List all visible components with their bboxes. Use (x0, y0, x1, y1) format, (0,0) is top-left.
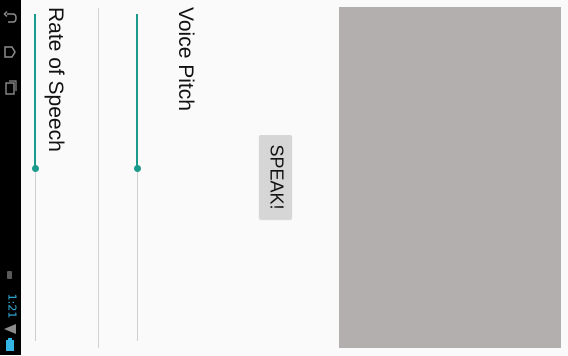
notification-icon (2, 270, 19, 280)
recent-apps-icon[interactable] (2, 80, 18, 96)
rate-seekbar-thumb[interactable] (32, 165, 39, 172)
rate-seekbar-fill (34, 14, 36, 168)
system-navigation-bar: 1:21 (0, 0, 21, 355)
home-icon[interactable] (2, 44, 18, 60)
image-placeholder (339, 7, 561, 348)
rate-of-speech-seekbar[interactable] (31, 14, 41, 341)
clock-time: 1:21 (5, 293, 19, 319)
wifi-icon (3, 320, 17, 334)
pitch-seekbar-fill (136, 14, 138, 168)
back-icon[interactable] (2, 10, 18, 26)
battery-icon (5, 337, 15, 351)
vertical-divider (98, 8, 99, 348)
speak-button-label: SPEAK! (266, 144, 286, 210)
speak-button[interactable]: SPEAK! (259, 135, 292, 219)
voice-pitch-label: Voice Pitch (174, 7, 197, 111)
rate-of-speech-label: Rate of Speech (44, 7, 67, 152)
pitch-seekbar-thumb[interactable] (134, 165, 141, 172)
voice-pitch-seekbar[interactable] (133, 14, 143, 341)
